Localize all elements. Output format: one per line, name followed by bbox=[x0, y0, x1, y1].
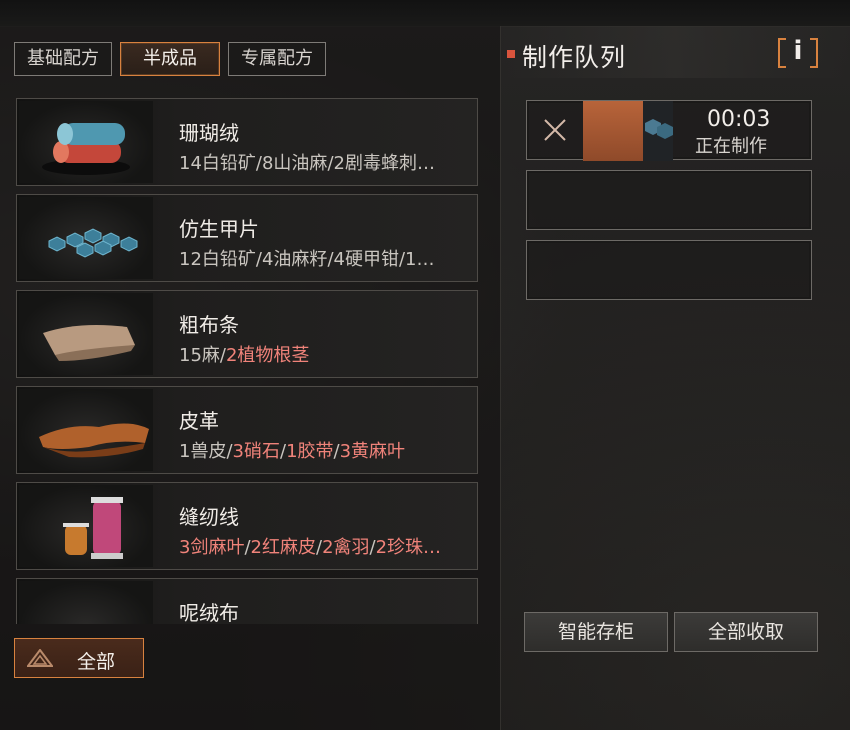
recipe-requirements: 3剑麻叶/2红麻皮/2禽羽/2珍珠… bbox=[179, 533, 475, 559]
recipe-panel: 基础配方 半成品 专属配方 珊瑚绒 14白铅矿/8山油麻/2剧毒蜂刺… 仿生甲片 12… bbox=[0, 26, 501, 730]
requirement-material: 3剑麻叶 bbox=[179, 537, 245, 558]
requirement-material: 2禽羽 bbox=[322, 537, 370, 558]
cloth-strip-icon bbox=[19, 293, 153, 375]
requirement-material: 4硬甲钳 bbox=[333, 249, 399, 270]
hex-plate-icon bbox=[19, 197, 153, 279]
bracket-left-icon bbox=[778, 38, 786, 68]
recipe-tabs: 基础配方 半成品 专属配方 bbox=[14, 42, 326, 76]
filter-mountain-icon bbox=[27, 649, 53, 667]
recipe-item[interactable]: 皮革 1兽皮/3硝石/1胶带/3黄麻叶 bbox=[16, 386, 478, 474]
recipe-item[interactable]: 珊瑚绒 14白铅矿/8山油麻/2剧毒蜂刺… bbox=[16, 98, 478, 186]
requirement-material: 1兽皮 bbox=[179, 441, 227, 462]
recipe-item[interactable]: 粗布条 15麻/2植物根茎 bbox=[16, 290, 478, 378]
filter-all-button[interactable]: 全部 bbox=[14, 638, 144, 678]
queue-title: 制作队列 bbox=[522, 43, 627, 72]
queue-bullet-icon bbox=[507, 50, 515, 58]
towel-roll-icon bbox=[19, 101, 153, 183]
queue-slot-2[interactable] bbox=[526, 170, 812, 230]
recipe-item[interactable]: 缝纫线 3剑麻叶/2红麻皮/2禽羽/2珍珠… bbox=[16, 482, 478, 570]
recipe-name: 仿生甲片 bbox=[179, 217, 259, 241]
requirement-material: 14白铅矿 bbox=[179, 153, 256, 174]
requirement-material: 1胶带 bbox=[286, 441, 334, 462]
requirement-material: 2剧毒蜂刺 bbox=[333, 153, 417, 174]
thread-spool-icon bbox=[19, 485, 153, 567]
requirement-material: 2植物根茎 bbox=[225, 345, 310, 366]
top-strip bbox=[0, 0, 850, 27]
recipe-list: 珊瑚绒 14白铅矿/8山油麻/2剧毒蜂刺… 仿生甲片 12白铅矿/4油麻籽/4硬甲钳/… bbox=[16, 98, 478, 624]
tab-semi-finished[interactable]: 半成品 bbox=[120, 42, 220, 76]
info-icon: i bbox=[793, 36, 803, 66]
recipe-item[interactable]: 呢绒布 bbox=[16, 578, 478, 624]
leather-icon bbox=[19, 389, 153, 471]
requirement-material: 8山油麻 bbox=[261, 153, 328, 174]
info-button[interactable]: i bbox=[778, 36, 818, 72]
requirement-material: 12白铅矿 bbox=[179, 249, 256, 270]
craft-status: 正在制作 bbox=[695, 136, 767, 157]
wool-roll-icon bbox=[19, 581, 153, 624]
queue-slot-1[interactable]: 00:03 正在制作 bbox=[526, 100, 812, 161]
recipe-name: 珊瑚绒 bbox=[179, 121, 239, 145]
hex-plate-icon bbox=[643, 101, 673, 161]
requirement-material: … bbox=[416, 153, 435, 174]
craft-timer: 00:03 bbox=[707, 107, 771, 132]
smart-storage-button[interactable]: 智能存柜 bbox=[524, 612, 668, 652]
recipe-requirements: 14白铅矿/8山油麻/2剧毒蜂刺… bbox=[179, 149, 475, 175]
requirement-material: 3黄麻叶 bbox=[339, 441, 406, 462]
recipe-item[interactable]: 仿生甲片 12白铅矿/4油麻籽/4硬甲钳/1… bbox=[16, 194, 478, 282]
collect-all-button[interactable]: 全部收取 bbox=[674, 612, 818, 652]
recipe-name: 呢绒布 bbox=[179, 601, 239, 624]
requirement-material: 3硝石 bbox=[232, 441, 280, 462]
requirement-material: 2红麻皮 bbox=[250, 537, 316, 558]
recipe-name: 皮革 bbox=[179, 409, 219, 433]
recipe-requirements: 15麻/2植物根茎 bbox=[179, 341, 475, 367]
bracket-right-icon bbox=[810, 38, 818, 68]
requirement-material: 2珍珠… bbox=[375, 537, 442, 558]
recipe-requirements: 12白铅矿/4油麻籽/4硬甲钳/1… bbox=[179, 245, 475, 271]
recipe-name: 粗布条 bbox=[179, 313, 239, 337]
requirement-material: 15麻 bbox=[179, 345, 220, 366]
recipe-requirements: 1兽皮/3硝石/1胶带/3黄麻叶 bbox=[179, 437, 475, 463]
tab-basic-recipes[interactable]: 基础配方 bbox=[14, 42, 112, 76]
crafting-item-thumbnail bbox=[583, 101, 643, 161]
recipe-name: 缝纫线 bbox=[179, 505, 239, 529]
requirement-material: 1… bbox=[405, 249, 435, 270]
tab-exclusive-recipes[interactable]: 专属配方 bbox=[228, 42, 326, 76]
queue-slot-3[interactable] bbox=[526, 240, 812, 300]
cancel-icon[interactable] bbox=[529, 103, 581, 157]
filter-all-label: 全部 bbox=[77, 651, 116, 673]
requirement-material: 4油麻籽 bbox=[261, 249, 328, 270]
